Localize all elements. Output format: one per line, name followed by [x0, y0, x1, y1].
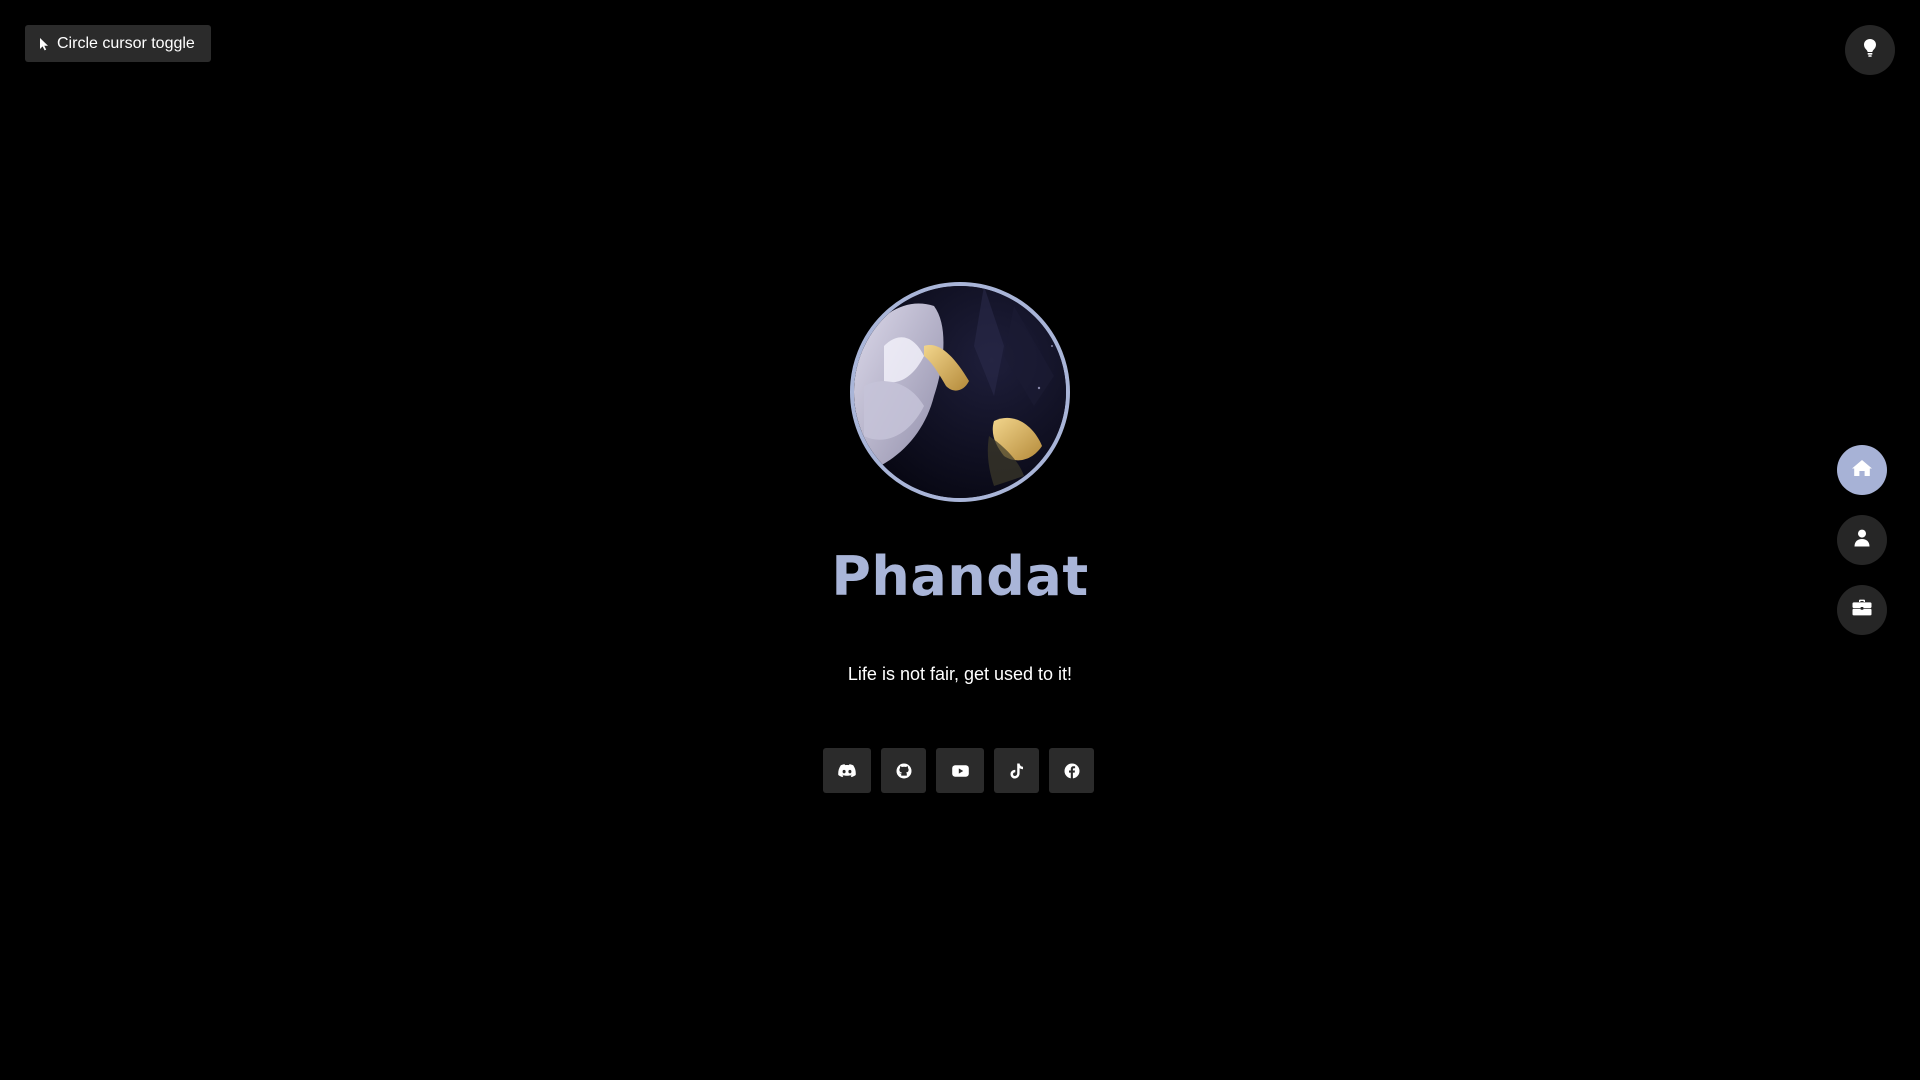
- github-icon: [896, 763, 912, 779]
- tiktok-link-button[interactable]: [994, 748, 1039, 793]
- circle-cursor-toggle-button[interactable]: Circle cursor toggle: [25, 25, 211, 62]
- tiktok-icon: [1010, 763, 1024, 779]
- home-icon: [1851, 459, 1873, 482]
- facebook-icon: [1064, 763, 1080, 779]
- facebook-link-button[interactable]: [1049, 748, 1094, 793]
- youtube-link-button[interactable]: [936, 748, 984, 793]
- nav-home-button[interactable]: [1837, 445, 1887, 495]
- github-link-button[interactable]: [881, 748, 926, 793]
- pointer-cursor-icon: [39, 37, 49, 51]
- lightbulb-icon: [1863, 38, 1877, 63]
- circle-cursor-toggle-label: Circle cursor toggle: [57, 34, 195, 52]
- social-links: [823, 748, 1094, 793]
- discord-link-button[interactable]: [823, 748, 871, 793]
- profile-avatar: [850, 282, 1070, 502]
- page: Circle cursor toggle Phandat Life is not…: [0, 0, 1920, 1080]
- profile-tagline: Life is not fair, get used to it!: [847, 664, 1073, 684]
- discord-icon: [838, 763, 856, 778]
- theme-toggle-button[interactable]: [1845, 25, 1895, 75]
- youtube-icon: [951, 764, 969, 777]
- profile-name: Phandat: [831, 545, 1089, 608]
